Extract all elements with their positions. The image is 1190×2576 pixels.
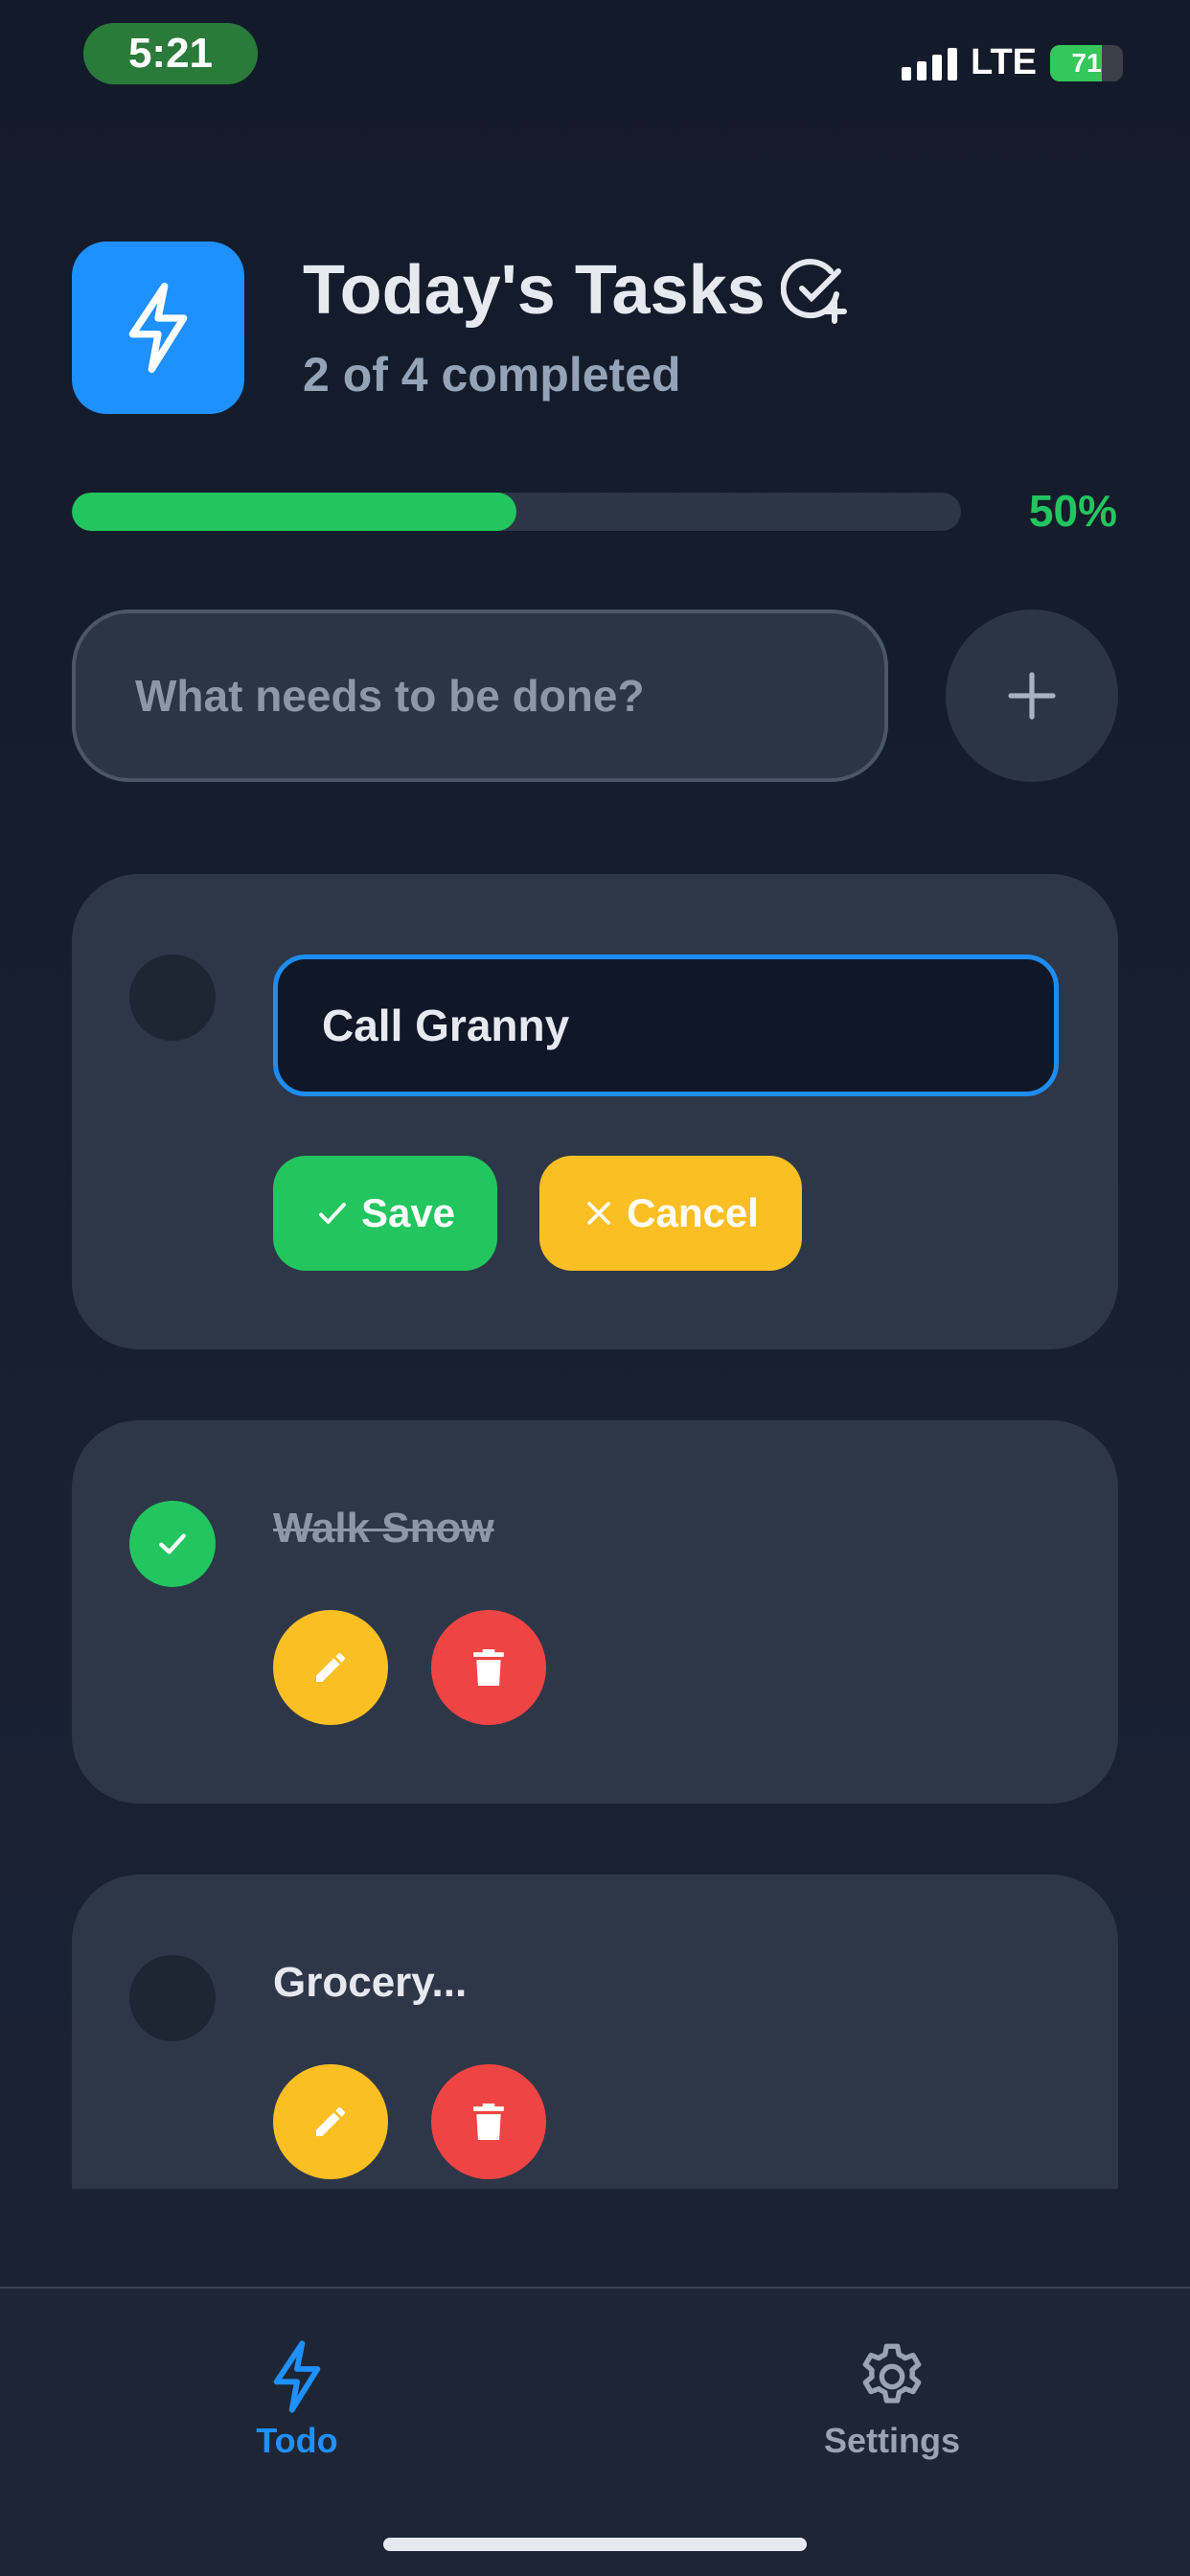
task-card: Walk Snow [72, 1420, 1118, 1804]
lightning-icon [128, 283, 188, 374]
battery-icon: 71 [1050, 44, 1123, 81]
gear-icon [862, 2343, 922, 2404]
save-button[interactable]: Save [273, 1156, 497, 1271]
progress-bar [72, 493, 961, 531]
lightning-icon [273, 2340, 321, 2413]
save-button-label: Save [360, 1190, 456, 1235]
edit-task-button[interactable] [273, 2064, 388, 2179]
scroll-clip [0, 2189, 1190, 2287]
completion-summary: 2 of 4 completed [303, 348, 681, 402]
delete-task-button[interactable] [431, 2064, 546, 2179]
task-title[interactable]: Walk Snow [273, 1505, 494, 1552]
progress-fill [72, 493, 516, 531]
title-row: Today's Tasks [303, 251, 850, 330]
status-time: 5:21 [83, 23, 258, 84]
check-plus-icon [780, 259, 847, 324]
page-title: Today's Tasks [303, 252, 766, 329]
trash-icon [473, 1649, 504, 1686]
tab-settings[interactable]: Settings [748, 2338, 1036, 2461]
tab-bar: Todo Settings [0, 2287, 1190, 2576]
progress-percent: 50% [1028, 486, 1117, 536]
trash-icon [473, 2104, 504, 2140]
close-icon [587, 1202, 610, 1225]
signal-icon [902, 46, 958, 80]
edit-task-button[interactable] [273, 1610, 388, 1725]
delete-task-button[interactable] [431, 1610, 546, 1725]
edit-task-input[interactable] [273, 954, 1059, 1096]
app-icon [72, 242, 244, 414]
status-indicators: LTE 71 [902, 42, 1123, 83]
task-title[interactable]: Grocery... [273, 1959, 467, 2007]
task-checkbox[interactable] [129, 954, 216, 1041]
plus-icon [1008, 672, 1056, 720]
new-task-input[interactable] [72, 610, 888, 782]
tab-todo-label: Todo [256, 2421, 338, 2460]
screen: 5:21 LTE 71 Today's Tasks 2 of 4 complet… [0, 0, 1190, 2576]
cancel-button[interactable]: Cancel [539, 1156, 802, 1271]
network-label: LTE [971, 42, 1037, 82]
status-time-label: 5:21 [127, 30, 214, 77]
task-card-editing: Save Cancel [72, 874, 1118, 1349]
check-icon [319, 1203, 346, 1224]
check-icon [159, 1533, 186, 1554]
tab-todo[interactable]: Todo [153, 2338, 441, 2461]
pencil-icon [316, 1653, 345, 1682]
battery-percent: 71 [1071, 47, 1102, 78]
home-indicator[interactable] [383, 2538, 807, 2551]
add-task-button[interactable] [946, 610, 1118, 782]
tab-settings-label: Settings [823, 2421, 960, 2460]
task-checkbox[interactable] [129, 1955, 216, 2041]
task-checkbox-checked[interactable] [129, 1501, 216, 1587]
pencil-icon [316, 2107, 345, 2136]
cancel-button-label: Cancel [627, 1190, 759, 1235]
